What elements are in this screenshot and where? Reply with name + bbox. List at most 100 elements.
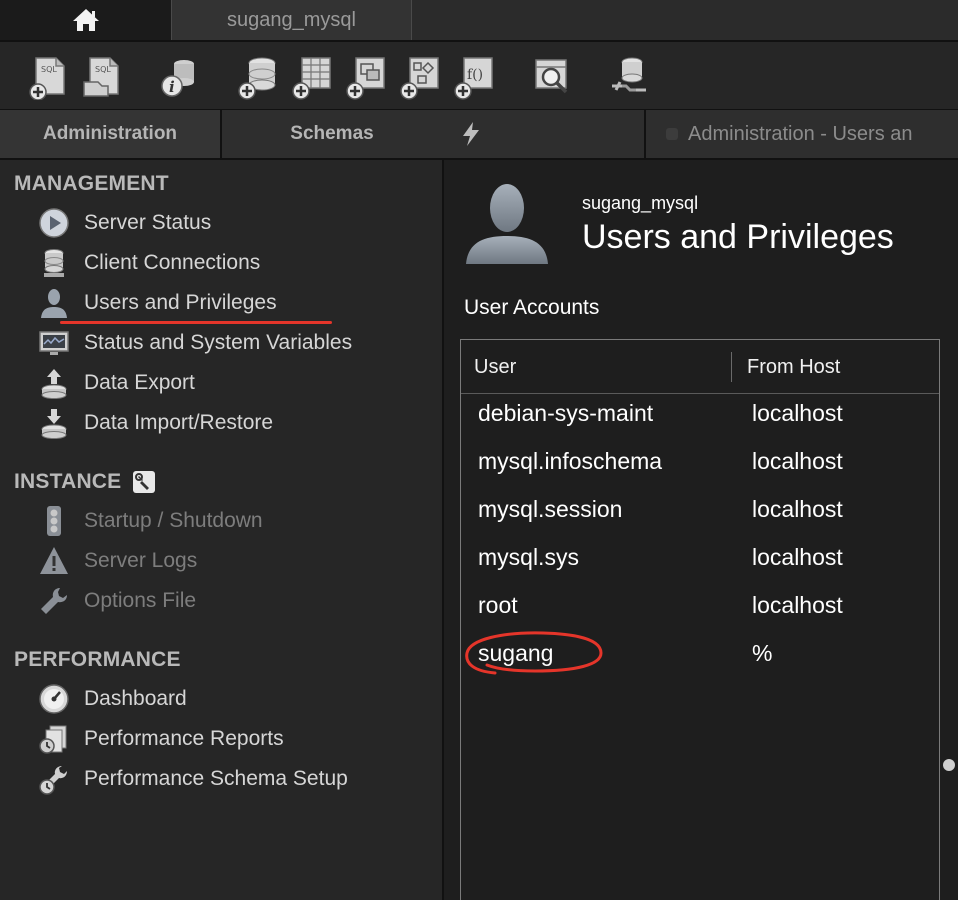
table-row[interactable]: root localhost [461, 581, 939, 629]
column-divider[interactable] [731, 352, 732, 382]
sidebar-tabs: Administration Schemas [0, 110, 444, 160]
management-title-text: MANAGEMENT [14, 172, 169, 195]
sidebar-item-users-and-privileges[interactable]: Users and Privileges [38, 286, 277, 320]
table-row[interactable]: mysql.sys localhost [461, 533, 939, 581]
column-header-user[interactable]: User [474, 340, 516, 394]
sidebar-item-startup-shutdown[interactable]: Startup / Shutdown [38, 504, 263, 538]
user-accounts-label: User Accounts [464, 296, 600, 319]
host-cell: localhost [752, 495, 843, 522]
sidebar-item-server-status[interactable]: Server Status [38, 206, 211, 240]
users-privileges-panel: sugang_mysql Users and Privileges User A… [444, 160, 958, 900]
monitor-chart-icon [39, 331, 69, 355]
inspector-button[interactable]: i [156, 54, 200, 100]
gauge-icon [39, 684, 69, 714]
new-sql-tab-button[interactable]: SQL [26, 54, 70, 100]
connection-tab[interactable]: sugang_mysql [172, 0, 412, 40]
open-sql-script-button[interactable]: SQL [80, 54, 124, 100]
export-icon [41, 369, 67, 399]
performance-title-text: PERFORMANCE [14, 648, 181, 671]
create-view-button[interactable] [344, 54, 388, 100]
tab-administration-users[interactable]: Administration - Users an [646, 110, 958, 158]
sidebar-item-dashboard[interactable]: Dashboard [38, 682, 187, 716]
user-icon [41, 289, 67, 318]
sidebar-item-label: Startup / Shutdown [84, 509, 263, 532]
top-tab-bar: sugang_mysql [0, 0, 958, 42]
sidebar-item-options-file[interactable]: Options File [38, 584, 196, 618]
new-sql-tab-icon: SQL [29, 57, 65, 100]
query-tab[interactable] [444, 110, 646, 158]
host-cell: localhost [752, 543, 843, 570]
editor-tabs: Administration - Users an [444, 110, 958, 160]
inspector-icon: i [161, 60, 194, 97]
splitter-handle[interactable] [943, 759, 955, 771]
management-section-title: MANAGEMENT [14, 172, 169, 196]
instance-section-title: INSTANCE [14, 470, 156, 494]
reconnect-button[interactable] [606, 54, 650, 100]
sidebar-item-label: Performance Reports [84, 727, 284, 750]
search-table-data-button[interactable] [530, 54, 574, 100]
create-schema-icon [238, 57, 276, 100]
column-header-from-host[interactable]: From Host [747, 340, 840, 394]
sidebar-item-label: Status and System Variables [84, 331, 353, 354]
sidebar-item-label: Dashboard [84, 687, 187, 710]
play-icon [39, 208, 69, 238]
user-avatar-icon [466, 184, 548, 264]
tab-administration-label: Administration [42, 123, 178, 144]
table-row[interactable]: mysql.infoschema localhost [461, 437, 939, 485]
navigator-sidebar: MANAGEMENT Server Status Client Connecti… [0, 160, 444, 900]
host-cell: % [752, 639, 773, 666]
close-tab-icon[interactable] [666, 128, 678, 140]
database-server-icon [44, 249, 64, 277]
create-view-icon [346, 57, 385, 100]
sidebar-item-label: Performance Schema Setup [84, 767, 348, 790]
create-procedure-button[interactable] [398, 54, 442, 100]
sidebar-item-label: Data Import/Restore [84, 411, 274, 434]
lightning-bolt-icon [463, 122, 479, 146]
sidebar-item-data-export[interactable]: Data Export [38, 366, 195, 400]
sidebar-item-label: Users and Privileges [84, 291, 277, 314]
create-function-button[interactable]: f() [452, 54, 496, 100]
sidebar-item-label: Options File [84, 589, 197, 612]
tab-administration[interactable]: Administration [0, 110, 222, 158]
host-cell: localhost [752, 591, 843, 618]
home-tab[interactable] [0, 0, 172, 40]
create-table-button[interactable] [290, 54, 334, 100]
table-row[interactable]: mysql.session localhost [461, 485, 939, 533]
svg-text:SQL: SQL [95, 65, 111, 74]
user-cell: mysql.infoschema [478, 447, 663, 474]
sidebar-item-performance-schema-setup[interactable]: Performance Schema Setup [38, 762, 348, 796]
table-row[interactable]: debian-sys-maint localhost [461, 389, 939, 437]
open-sql-script-icon: SQL [83, 57, 119, 97]
user-accounts-table: User From Host debian-sys-maint localhos… [460, 339, 940, 900]
sidebar-item-server-logs[interactable]: Server Logs [38, 544, 197, 578]
sidebar-item-label: Server Status [84, 211, 212, 234]
sidebar-item-client-connections[interactable]: Client Connections [38, 246, 260, 280]
sidebar-item-label: Client Connections [84, 251, 261, 274]
tab-schemas-label: Schemas [290, 123, 374, 144]
traffic-light-icon [47, 506, 61, 536]
svg-text:SQL: SQL [41, 65, 57, 74]
red-underline-annotation [60, 321, 332, 324]
sidebar-item-status-and-system-variables[interactable]: Status and System Variables [38, 326, 352, 360]
table-header: User From Host [461, 340, 939, 394]
user-cell: debian-sys-maint [478, 399, 654, 426]
svg-text:i: i [169, 78, 175, 96]
create-procedure-icon [400, 57, 439, 100]
user-cell: root [478, 591, 518, 618]
reports-icon [39, 725, 67, 754]
tab-schemas[interactable]: Schemas [222, 110, 442, 158]
reconnect-icon [612, 57, 646, 92]
user-cell: mysql.sys [478, 543, 579, 570]
performance-section-title: PERFORMANCE [14, 648, 181, 672]
sidebar-item-data-import-restore[interactable]: Data Import/Restore [38, 406, 273, 440]
home-icon [72, 9, 99, 31]
tab-admin-label: Administration - Users an [688, 122, 913, 145]
warning-icon [40, 547, 68, 574]
import-icon [41, 409, 67, 439]
create-schema-button[interactable] [236, 54, 280, 100]
sidebar-item-performance-reports[interactable]: Performance Reports [38, 722, 284, 756]
wrench-icon [133, 471, 156, 493]
table-row[interactable]: sugang % [461, 629, 939, 677]
settings-wrench-icon [39, 766, 67, 795]
user-cell: sugang [478, 639, 554, 666]
